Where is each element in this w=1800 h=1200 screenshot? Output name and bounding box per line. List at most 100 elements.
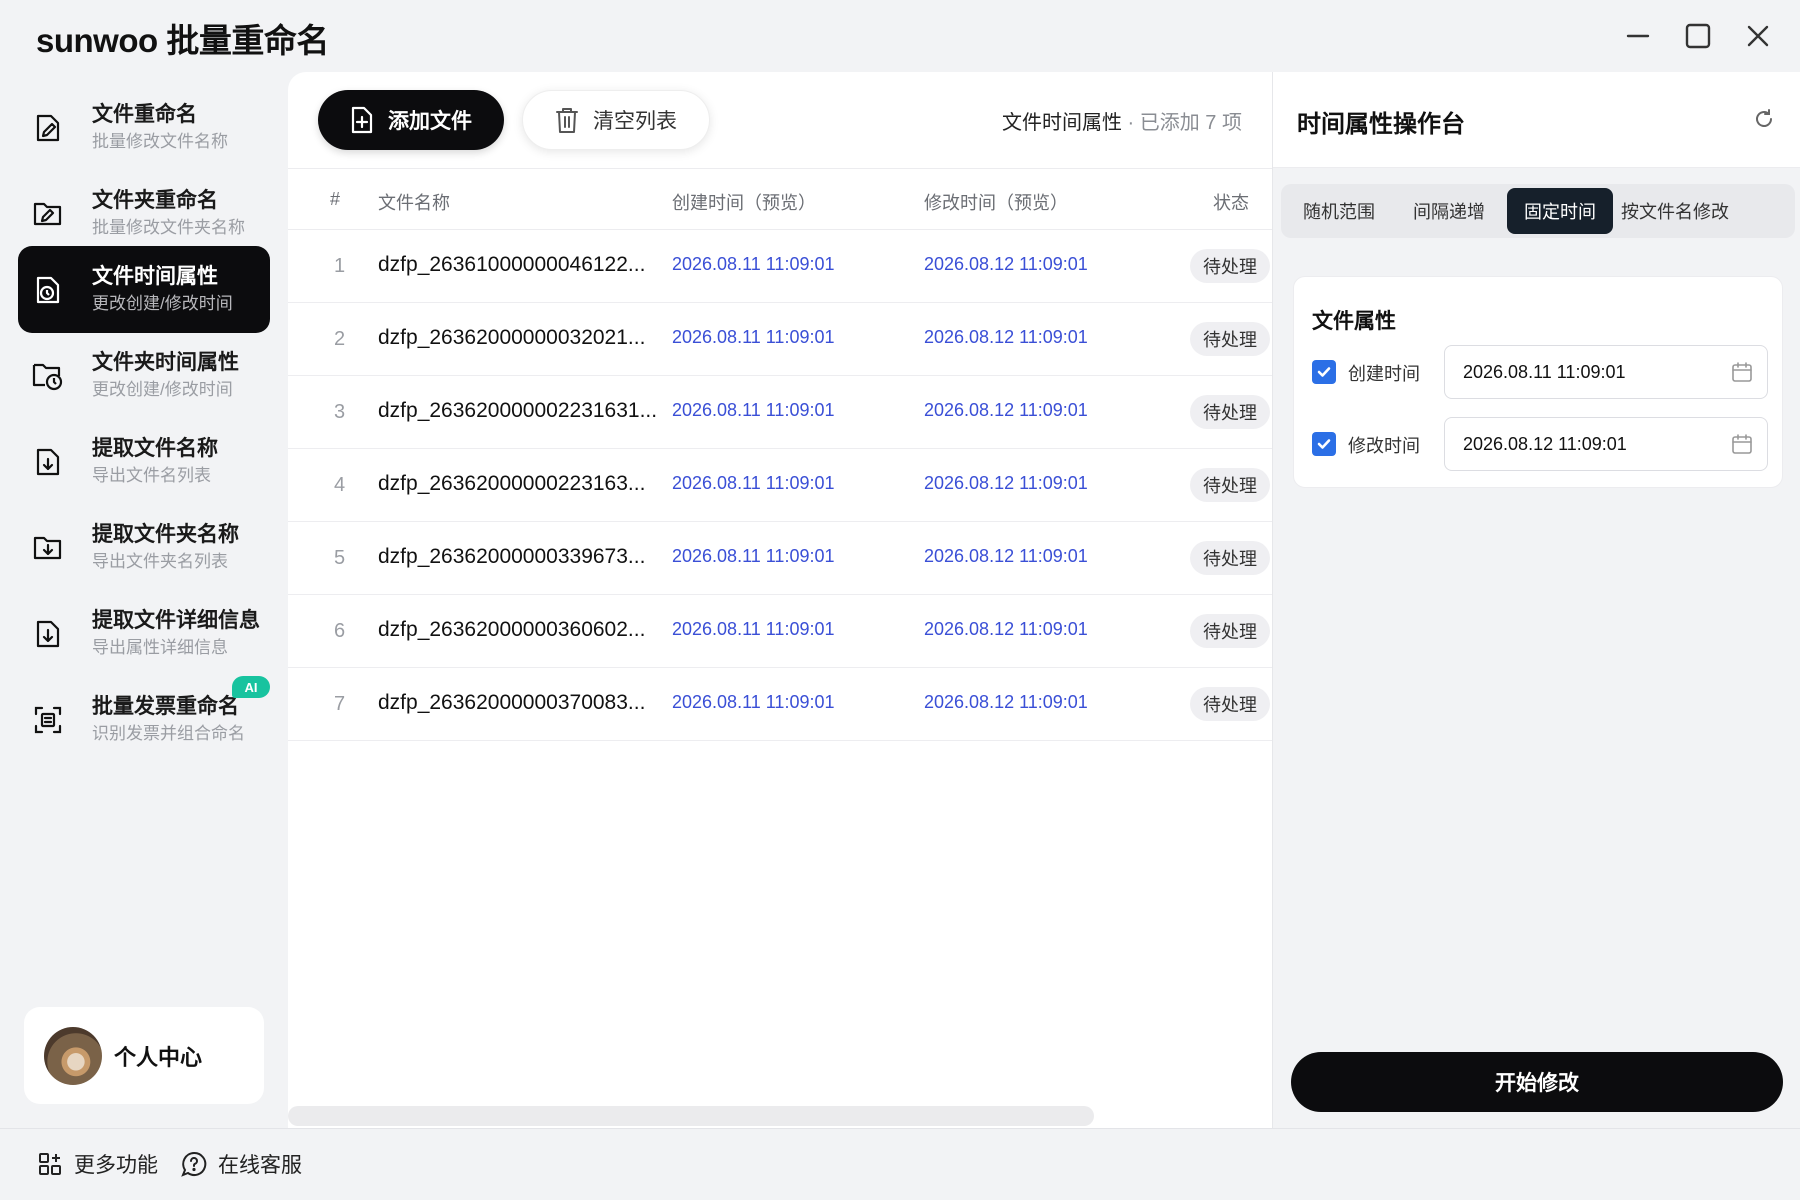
bottom-bar: 更多功能 在线客服 [0, 1128, 1800, 1200]
table-row[interactable]: 1 dzfp_26361000000046122... 2026.08.11 1… [288, 230, 1272, 303]
online-support-label: 在线客服 [218, 1154, 302, 1177]
add-file-label: 添加文件 [388, 110, 472, 133]
sidebar-item-file-rename[interactable]: 文件重命名 批量修改文件名称 [18, 84, 270, 171]
sidebar-item-invoice-rename[interactable]: 批量发票重命名 识别发票并组合命名 AI [18, 676, 270, 763]
check-icon [1317, 439, 1331, 449]
table-row[interactable]: 7 dzfp_26362000000370083... 2026.08.11 1… [288, 668, 1272, 741]
create-time-checkbox[interactable] [1312, 360, 1336, 384]
file-edit-icon [32, 112, 64, 144]
row-filename: dzfp_26362000000370083... [378, 691, 646, 714]
profile-card[interactable]: 个人中心 [24, 1007, 264, 1104]
calendar-icon[interactable] [1731, 433, 1753, 455]
maximize-button[interactable] [1678, 16, 1718, 56]
sidebar-item-folder-rename[interactable]: 文件夹重命名 批量修改文件夹名称 [18, 170, 270, 257]
sidebar-item-extract-filename[interactable]: 提取文件名称 导出文件名列表 [18, 418, 270, 505]
nav-subtitle: 导出文件夹名列表 [92, 551, 228, 571]
sidebar-item-file-time[interactable]: 文件时间属性 更改创建/修改时间 [18, 246, 270, 333]
nav-title: 文件夹重命名 [92, 188, 218, 212]
tab-by-filename[interactable]: 按文件名修改 [1617, 188, 1733, 234]
row-create-time: 2026.08.11 11:09:01 [672, 619, 835, 639]
col-filename[interactable]: 文件名称 [378, 189, 450, 215]
nav-subtitle: 批量修改文件夹名称 [92, 217, 245, 237]
row-filename: dzfp_263620000002231631... [378, 399, 658, 422]
maximize-icon [1685, 23, 1711, 49]
online-support-link[interactable]: 在线客服 [180, 1149, 302, 1179]
status-count: 已添加 7 项 [1139, 112, 1242, 134]
folder-clock-icon [32, 360, 64, 392]
more-features-label: 更多功能 [74, 1154, 158, 1177]
status-badge: 待处理 [1190, 249, 1270, 283]
nav-subtitle: 导出属性详细信息 [92, 637, 228, 657]
row-modify-time: 2026.08.12 11:09:01 [924, 546, 1088, 566]
modify-time-checkbox[interactable] [1312, 432, 1336, 456]
row-index: 6 [334, 620, 346, 642]
row-index: 4 [334, 474, 346, 496]
folder-download-icon [32, 532, 64, 564]
close-button[interactable] [1738, 16, 1778, 56]
row-index: 7 [334, 693, 346, 715]
tab-random-range[interactable]: 随机范围 [1287, 188, 1391, 234]
start-modify-button[interactable]: 开始修改 [1291, 1052, 1783, 1112]
status-badge: 待处理 [1190, 395, 1270, 429]
table-row[interactable]: 5 dzfp_26362000000339673... 2026.08.11 1… [288, 522, 1272, 595]
tab-fixed-time[interactable]: 固定时间 [1507, 188, 1613, 234]
row-modify-time: 2026.08.12 11:09:01 [924, 400, 1088, 420]
nav-subtitle: 更改创建/修改时间 [92, 293, 233, 313]
row-create-time: 2026.08.11 11:09:01 [672, 473, 835, 493]
col-create-time[interactable]: 创建时间（预览） [672, 189, 816, 215]
refresh-icon [1756, 109, 1772, 127]
create-time-input[interactable]: 2026.08.11 11:09:01 [1444, 345, 1768, 399]
status-badge: 待处理 [1190, 541, 1270, 575]
card-title: 文件属性 [1312, 310, 1396, 333]
col-modify-time[interactable]: 修改时间（预览） [924, 189, 1068, 215]
nav-subtitle: 更改创建/修改时间 [92, 379, 233, 399]
nav-title: 提取文件名称 [92, 436, 218, 460]
nav-title: 提取文件详细信息 [92, 608, 260, 632]
ai-badge: AI [232, 676, 270, 698]
sidebar-item-extract-details[interactable]: 提取文件详细信息 导出属性详细信息 [18, 590, 270, 677]
panel-header: 时间属性操作台 [1273, 72, 1800, 168]
status-mode: 文件时间属性 [1001, 112, 1122, 134]
more-features-link[interactable]: 更多功能 [36, 1149, 158, 1179]
time-console-panel: 时间属性操作台 随机范围 间隔递增 固定时间 按文件名修改 文件属性 创建时间 … [1272, 72, 1800, 1128]
table-header: # 文件名称 创建时间（预览） 修改时间（预览） 状态 [288, 168, 1272, 230]
modify-time-row: 修改时间 2026.08.12 11:09:01 [1312, 417, 1768, 471]
row-create-time: 2026.08.11 11:09:01 [672, 692, 835, 712]
scan-invoice-icon [32, 704, 64, 736]
sidebar: 文件重命名 批量修改文件名称 文件夹重命名 批量修改文件夹名称 文件时间属性 更… [0, 72, 288, 1128]
status-separator: · [1121, 112, 1140, 134]
modify-time-input[interactable]: 2026.08.12 11:09:01 [1444, 417, 1768, 471]
file-info-download-icon [32, 618, 64, 650]
minimize-button[interactable] [1618, 16, 1658, 56]
row-index: 2 [334, 328, 346, 350]
folder-edit-icon [32, 198, 64, 230]
help-chat-icon [180, 1150, 208, 1178]
row-modify-time: 2026.08.12 11:09:01 [924, 327, 1088, 347]
mode-tabs: 随机范围 间隔递增 固定时间 按文件名修改 [1281, 184, 1795, 238]
calendar-icon[interactable] [1731, 361, 1753, 383]
col-index: # [330, 189, 341, 209]
sidebar-item-folder-time[interactable]: 文件夹时间属性 更改创建/修改时间 [18, 332, 270, 419]
table-row[interactable]: 6 dzfp_26362000000360602... 2026.08.11 1… [288, 595, 1272, 668]
row-modify-time: 2026.08.12 11:09:01 [924, 473, 1088, 493]
row-create-time: 2026.08.11 11:09:01 [672, 327, 835, 347]
create-time-label: 创建时间 [1348, 364, 1420, 384]
nav-subtitle: 导出文件名列表 [92, 465, 211, 485]
row-modify-time: 2026.08.12 11:09:01 [924, 619, 1088, 639]
table-row[interactable]: 4 dzfp_26362000000223163... 2026.08.11 1… [288, 449, 1272, 522]
row-index: 5 [334, 547, 346, 569]
refresh-button[interactable] [1749, 104, 1779, 134]
add-file-button[interactable]: 添加文件 [318, 90, 504, 150]
sidebar-item-extract-foldername[interactable]: 提取文件夹名称 导出文件夹名列表 [18, 504, 270, 591]
row-modify-time: 2026.08.12 11:09:01 [924, 254, 1088, 274]
row-filename: dzfp_26362000000032021... [378, 326, 646, 349]
tab-interval-increment[interactable]: 间隔递增 [1397, 188, 1501, 234]
nav-title: 批量发票重命名 [92, 694, 239, 718]
table-row[interactable]: 2 dzfp_26362000000032021... 2026.08.11 1… [288, 303, 1272, 376]
horizontal-scrollbar[interactable] [288, 1106, 1094, 1126]
clear-list-button[interactable]: 清空列表 [522, 90, 710, 150]
row-index: 1 [334, 255, 346, 277]
row-filename: dzfp_26362000000339673... [378, 545, 646, 568]
table-row[interactable]: 3 dzfp_263620000002231631... 2026.08.11 … [288, 376, 1272, 449]
check-icon [1317, 367, 1331, 377]
